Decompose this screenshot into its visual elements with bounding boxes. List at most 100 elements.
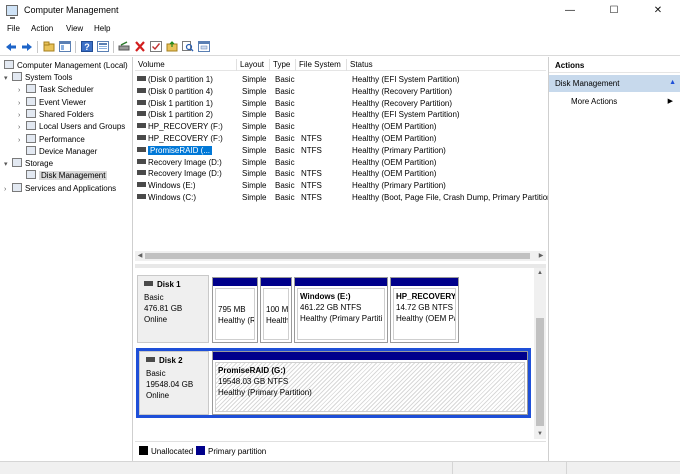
menu-file[interactable]: File — [7, 24, 20, 33]
volume-cell: (Disk 0 partition 1) — [137, 74, 239, 86]
legend-swatch-unallocated — [139, 446, 148, 455]
table-row[interactable]: (Disk 0 partition 1) Simple Basic Healthy (… — [135, 74, 546, 86]
maximize-button[interactable]: ☐ — [592, 0, 636, 22]
check-icon[interactable] — [149, 40, 163, 53]
status-cell: Healthy (OEM Partition) — [352, 122, 437, 132]
tree-item-shared-folders[interactable]: › Shared Folders — [18, 108, 94, 122]
collapse-caret-icon[interactable]: › — [4, 184, 12, 196]
disk-2-label[interactable]: Disk 2 Basic 19548.04 GB Online — [139, 351, 209, 415]
actions-section-disk-management[interactable]: Disk Management ▲ — [549, 75, 680, 92]
folder-icon[interactable] — [165, 40, 179, 53]
tree-item-services-and-applications[interactable]: › Services and Applications — [4, 182, 116, 196]
connect-drive-icon[interactable] — [117, 40, 131, 53]
event-viewer-icon — [26, 96, 36, 106]
tools-icon — [12, 72, 22, 81]
table-row[interactable]: Windows (C:) Simple Basic NTFS Healthy (Boot… — [135, 192, 548, 204]
up-folder-icon[interactable] — [42, 40, 56, 53]
tree-item-system-tools[interactable]: ▾ System Tools — [4, 72, 72, 84]
tree-item-task-scheduler[interactable]: › Task Scheduler — [18, 84, 94, 96]
delete-icon[interactable] — [133, 40, 147, 53]
more-actions-item[interactable]: More Actions ▶ — [571, 95, 680, 106]
status-cell: Healthy (Primary Partition) — [352, 145, 446, 155]
layout-cell: Simple — [242, 193, 267, 202]
minimize-button[interactable]: — — [548, 0, 592, 22]
expand-caret-icon[interactable]: ▾ — [4, 159, 12, 171]
tree-item-disk-management[interactable]: Disk Management — [18, 170, 108, 182]
scroll-left-icon[interactable]: ◀ — [135, 251, 145, 261]
column-header-file-system[interactable]: File System — [296, 59, 347, 71]
partition-disk2-promiseraid[interactable]: PromiseRAID (G:) 19548.03 GB NTFS Health… — [212, 351, 528, 415]
horizontal-scrollbar[interactable]: ◀ ▶ — [135, 251, 546, 261]
computer-management-icon — [4, 60, 14, 69]
close-button[interactable]: ✕ — [636, 0, 680, 22]
menu-view[interactable]: View — [66, 24, 83, 33]
menu-action[interactable]: Action — [31, 24, 53, 33]
volume-icon — [137, 99, 146, 105]
column-header-status[interactable]: Status — [347, 59, 546, 71]
collapse-caret-icon[interactable]: ▲ — [669, 79, 676, 86]
volume-name: (Disk 1 partition 1) — [148, 98, 213, 108]
tree-item-label: Storage — [25, 159, 54, 169]
status-cell: Healthy (OEM Partition) — [352, 169, 437, 179]
partition-disk1-hp-recovery[interactable]: HP_RECOVERY 14.72 GB NTFS Healthy (OEM P… — [390, 277, 459, 343]
show-hide-tree-icon[interactable] — [58, 40, 72, 53]
scroll-right-icon[interactable]: ▶ — [536, 251, 546, 261]
tree-item-performance[interactable]: › Performance — [18, 133, 85, 147]
scroll-up-icon[interactable]: ▲ — [534, 268, 546, 278]
tree-item-local-users-and-groups[interactable]: › Local Users and Groups — [18, 121, 125, 133]
forward-arrow-icon[interactable] — [20, 40, 34, 53]
tree-item-storage[interactable]: ▾ Storage — [4, 158, 53, 170]
magnify-icon[interactable] — [181, 40, 195, 53]
partition-body: PromiseRAID (G:) 19548.03 GB NTFS Health… — [215, 362, 525, 412]
status-cell: Healthy (EFI System Partition) — [352, 75, 460, 84]
vertical-scroll-thumb[interactable] — [536, 318, 544, 426]
layout-cell: Simple — [242, 75, 267, 84]
column-header-layout[interactable]: Layout — [237, 59, 270, 71]
expand-caret-icon[interactable]: ▾ — [4, 73, 12, 85]
table-row[interactable]: (Disk 1 partition 2) Simple Basic Healthy (… — [135, 109, 546, 121]
tree-item-label: Task Scheduler — [39, 85, 94, 95]
back-arrow-icon[interactable] — [4, 40, 18, 53]
scroll-down-icon[interactable]: ▼ — [534, 429, 546, 439]
partition-disk1-recovery[interactable]: 795 MB Healthy (R — [212, 277, 258, 343]
collapse-caret-icon[interactable]: › — [18, 98, 26, 110]
properties-icon[interactable] — [96, 40, 110, 53]
vertical-scrollbar[interactable]: ▲ ▼ — [534, 268, 546, 439]
table-row[interactable]: (Disk 0 partition 4) Simple Basic Healthy (… — [135, 86, 546, 98]
layout-cell: Simple — [242, 86, 267, 96]
file-system-cell: NTFS — [301, 169, 322, 179]
table-row[interactable]: HP_RECOVERY (F:) Simple Basic Healthy (OEM … — [135, 121, 546, 133]
horizontal-scroll-thumb[interactable] — [145, 253, 530, 259]
disk-1-label[interactable]: Disk 1 Basic 476.81 GB Online — [137, 275, 209, 343]
table-row[interactable]: (Disk 1 partition 1) Simple Basic Healthy (… — [135, 98, 546, 110]
table-row[interactable]: HP_RECOVERY (F:) Simple Basic NTFS Healthy (… — [135, 133, 546, 145]
console-icon[interactable] — [197, 40, 211, 53]
column-header-volume[interactable]: Volume — [135, 59, 237, 71]
collapse-caret-icon[interactable]: › — [18, 135, 26, 147]
column-header-type[interactable]: Type — [270, 59, 296, 71]
tree-item-label: System Tools — [25, 73, 73, 82]
volume-name: (Disk 0 partition 1) — [148, 75, 213, 84]
table-row[interactable]: Windows (E:) Simple Basic NTFS Healthy (Prim… — [135, 180, 546, 192]
collapse-caret-icon[interactable]: › — [18, 122, 26, 134]
collapse-caret-icon[interactable]: › — [18, 110, 26, 122]
status-cell: Healthy (Recovery Partition) — [352, 86, 453, 96]
disk-name: Disk 1 — [157, 280, 181, 289]
partition-disk1-efi[interactable]: 100 M Health — [260, 277, 292, 343]
actions-title: Actions — [549, 57, 680, 73]
file-system-cell: NTFS — [301, 145, 322, 155]
tree-item-computer-management[interactable]: Computer Management (Local) — [4, 60, 128, 72]
table-row[interactable]: PromiseRAID (... Simple Basic NTFS Healthy (… — [135, 145, 546, 157]
disk-state: Online — [146, 391, 170, 400]
table-row[interactable]: Recovery Image (D:) Simple Basic Healthy (O… — [135, 157, 546, 169]
collapse-caret-icon[interactable]: › — [18, 85, 26, 97]
table-row[interactable]: Recovery Image (D:) Simple Basic NTFS Health… — [135, 168, 546, 180]
volume-cell: HP_RECOVERY (F:) — [137, 133, 239, 145]
partition-body: Windows (E:) 461.22 GB NTFS Healthy (Pri… — [297, 288, 385, 340]
tree-item-device-manager[interactable]: Device Manager — [18, 145, 97, 158]
partition-disk1-windows[interactable]: Windows (E:) 461.22 GB NTFS Healthy (Pri… — [294, 277, 388, 343]
volume-list-header: Volume Layout Type File System Status — [135, 59, 546, 71]
tree-item-event-viewer[interactable]: › Event Viewer — [18, 96, 86, 110]
menu-help[interactable]: Help — [94, 24, 110, 33]
help-icon[interactable]: ? — [80, 40, 94, 53]
